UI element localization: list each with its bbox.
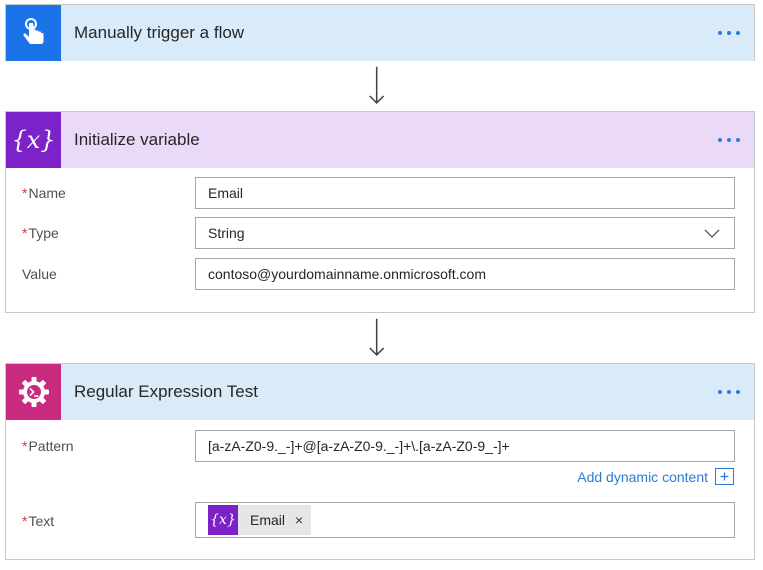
add-dynamic-content-link[interactable]: Add dynamic content (577, 468, 734, 485)
remove-token-icon[interactable]: × (295, 512, 303, 528)
add-dynamic-content-label: Add dynamic content (577, 468, 708, 485)
dot-icon (727, 390, 731, 394)
text-label: *Text (22, 513, 55, 529)
flow-arrow-icon (369, 66, 385, 105)
pattern-label: *Pattern (22, 438, 74, 454)
dot-icon (727, 138, 731, 142)
value-label: Value (22, 266, 57, 282)
value-input[interactable]: contoso@yourdomainname.onmicrosoft.com (195, 258, 735, 290)
variable-icon: {x} (11, 126, 56, 154)
regex-icon-tile (6, 364, 61, 420)
text-input[interactable]: {x} Email × (195, 502, 735, 538)
type-field-row: *Type String (6, 217, 754, 249)
pattern-field-row: *Pattern [a-zA-Z0-9._-]+@[a-zA-Z0-9._-]+… (6, 430, 754, 462)
variable-icon: {x} (208, 505, 238, 535)
text-field-row: *Text {x} Email × (6, 502, 754, 538)
dot-icon (718, 390, 722, 394)
chevron-down-icon (704, 229, 720, 238)
dot-icon (736, 31, 740, 35)
hand-tap-icon (22, 18, 43, 44)
name-field-row: *Name Email (6, 177, 754, 209)
dot-icon (718, 31, 722, 35)
trigger-card-header[interactable]: Manually trigger a flow (6, 5, 754, 61)
regex-test-header[interactable]: Regular Expression Test (6, 364, 754, 420)
dot-icon (736, 390, 740, 394)
initialize-variable-header[interactable]: {x} Initialize variable (6, 112, 754, 168)
dot-icon (736, 138, 740, 142)
type-selected-value: String (208, 225, 245, 241)
required-star: * (22, 225, 28, 241)
gear-terminal-icon (18, 377, 49, 407)
email-token[interactable]: {x} Email × (208, 505, 312, 535)
name-label: *Name (22, 185, 66, 201)
variable-icon-tile: {x} (6, 112, 61, 168)
dot-icon (727, 31, 731, 35)
pattern-input[interactable]: [a-zA-Z0-9._-]+@[a-zA-Z0-9._-]+\.[a-zA-Z… (195, 430, 735, 462)
name-input[interactable]: Email (195, 177, 735, 209)
add-plus-icon (715, 468, 734, 485)
initialize-variable-more-options-button[interactable] (718, 112, 740, 168)
required-star: * (22, 185, 28, 201)
dot-icon (718, 138, 722, 142)
trigger-card-title: Manually trigger a flow (74, 23, 245, 42)
initialize-variable-card[interactable]: {x} Initialize variable *Name Email *Typ… (5, 111, 755, 313)
email-token-label: Email (250, 512, 286, 528)
initialize-variable-title: Initialize variable (74, 130, 200, 149)
flow-arrow-icon (369, 318, 385, 357)
regex-test-card[interactable]: Regular Expression Test *Pattern [a-zA-Z… (5, 363, 755, 560)
trigger-card[interactable]: Manually trigger a flow (5, 4, 755, 61)
type-label: *Type (22, 225, 59, 241)
trigger-more-options-button[interactable] (718, 5, 740, 61)
regex-test-more-options-button[interactable] (718, 364, 740, 420)
type-dropdown[interactable]: String (195, 217, 735, 249)
regex-test-title: Regular Expression Test (74, 382, 258, 401)
value-field-row: Value contoso@yourdomainname.onmicrosoft… (6, 258, 754, 290)
trigger-icon-tile (6, 5, 61, 61)
required-star: * (22, 438, 28, 454)
required-star: * (22, 513, 28, 529)
